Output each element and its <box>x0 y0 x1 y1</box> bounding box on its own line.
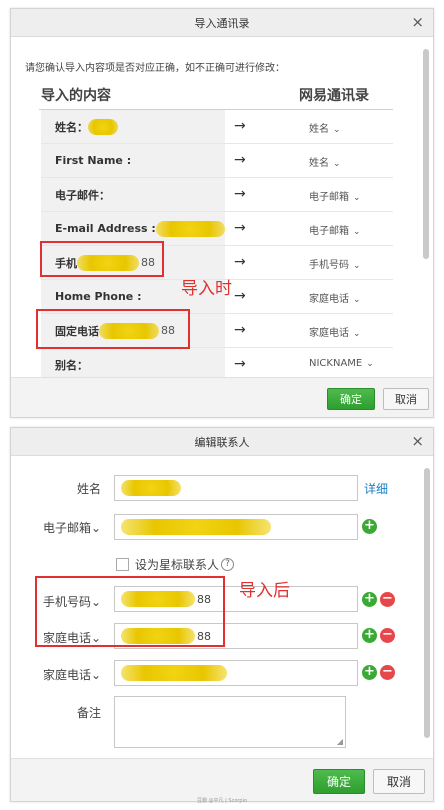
chevron-down-icon: ⌄ <box>353 295 361 305</box>
close-icon[interactable]: × <box>411 432 424 450</box>
annotation-box-landline <box>36 309 190 349</box>
add-email-icon[interactable]: + <box>362 519 377 534</box>
target-field-select[interactable]: 电子邮箱 ⌄ <box>309 188 361 203</box>
scrollbar-thumb[interactable] <box>423 49 429 259</box>
email-input[interactable] <box>114 514 358 540</box>
mapping-row: 电子邮件： → 电子邮箱 ⌄ <box>41 178 393 212</box>
confirm-button[interactable]: 确定 <box>313 769 365 794</box>
target-field-select[interactable]: 手机号码 ⌄ <box>309 256 361 271</box>
redacted-value <box>121 665 227 681</box>
import-instructions: 请您确认导入内容项是否对应正确，如不正确可进行修改： <box>25 63 285 74</box>
edit-dialog-title: 编辑联系人 <box>194 435 250 449</box>
close-icon[interactable]: × <box>411 13 424 31</box>
arrow-right-icon: → <box>234 356 246 372</box>
column-header-target: 网易通讯录 <box>299 88 369 104</box>
star-checkbox[interactable] <box>116 558 129 571</box>
target-field-select[interactable]: 姓名 ⌄ <box>309 154 341 169</box>
target-field-select[interactable]: 家庭电话 ⌄ <box>309 324 361 339</box>
chevron-down-icon: ⌄ <box>333 125 341 135</box>
home-phone-2-type-select[interactable]: 家庭电话⌄ <box>11 666 101 683</box>
name-input[interactable] <box>114 475 358 501</box>
mapping-row: 姓名： → 姓名 ⌄ <box>41 110 393 144</box>
redacted-value <box>121 519 271 535</box>
import-dialog-titlebar: 导入通讯录 × <box>11 9 433 37</box>
note-label: 备注 <box>76 706 101 720</box>
redacted-value <box>88 118 118 135</box>
source-field: 电子邮件： <box>41 178 225 211</box>
remove-phone-icon[interactable]: − <box>380 592 395 607</box>
add-phone-icon[interactable]: + <box>362 628 377 643</box>
annotation-label-after-import: 导入后 <box>239 581 290 601</box>
name-label: 姓名 <box>76 482 101 496</box>
image-watermark: 豆瓣 @平凡 | Scorpio <box>196 798 248 804</box>
email-type-select[interactable]: 电子邮箱⌄ <box>11 519 101 536</box>
chevron-down-icon: ⌄ <box>366 359 374 369</box>
chevron-down-icon: ⌄ <box>353 193 361 203</box>
arrow-right-icon: → <box>234 186 246 202</box>
target-field-select[interactable]: 电子邮箱 ⌄ <box>309 222 361 237</box>
remove-phone-icon[interactable]: − <box>380 665 395 680</box>
details-link[interactable]: 详细 <box>364 480 388 497</box>
arrow-right-icon: → <box>234 322 246 338</box>
redacted-value <box>121 480 181 496</box>
edit-dialog-titlebar: 编辑联系人 × <box>11 428 433 456</box>
home-phone-2-input[interactable] <box>114 660 358 686</box>
add-phone-icon[interactable]: + <box>362 665 377 680</box>
add-phone-icon[interactable]: + <box>362 592 377 607</box>
source-field: First Name : <box>41 144 225 177</box>
annotation-box-mobile <box>40 241 164 277</box>
confirm-button[interactable]: 确定 <box>327 388 375 410</box>
arrow-right-icon: → <box>234 118 246 134</box>
arrow-right-icon: → <box>234 220 246 236</box>
edit-dialog-footer: 确定 取消 <box>11 758 433 801</box>
arrow-right-icon: → <box>234 152 246 168</box>
chevron-down-icon: ⌄ <box>333 159 341 169</box>
resize-handle-icon[interactable]: ◢ <box>337 737 343 746</box>
annotation-label-import: 导入时 <box>181 279 232 299</box>
cancel-button[interactable]: 取消 <box>383 388 429 410</box>
arrow-right-icon: → <box>234 288 246 304</box>
annotation-box-phones <box>35 576 225 647</box>
import-dialog-title: 导入通讯录 <box>194 16 250 30</box>
chevron-down-icon: ⌄ <box>353 329 361 339</box>
column-header-source: 导入的内容 <box>41 88 111 104</box>
scrollbar-thumb[interactable] <box>424 468 430 738</box>
mapping-row: First Name : → 姓名 ⌄ <box>41 144 393 178</box>
star-contact-option[interactable]: 设为星标联系人 ? <box>116 556 235 573</box>
chevron-down-icon: ⌄ <box>353 261 361 271</box>
star-contact-label: 设为星标联系人 <box>135 558 220 572</box>
import-dialog-footer: 确定 取消 <box>11 377 433 417</box>
target-field-select[interactable]: NICKNAME ⌄ <box>309 358 374 369</box>
redacted-value <box>155 220 225 237</box>
note-textarea[interactable]: ◢ <box>114 696 346 748</box>
arrow-right-icon: → <box>234 254 246 270</box>
help-icon[interactable]: ? <box>221 558 235 571</box>
source-field: 姓名： <box>41 110 225 143</box>
target-field-select[interactable]: 家庭电话 ⌄ <box>309 290 361 305</box>
target-field-select[interactable]: 姓名 ⌄ <box>309 120 341 135</box>
chevron-down-icon: ⌄ <box>353 227 361 237</box>
cancel-button[interactable]: 取消 <box>373 769 425 794</box>
import-contacts-dialog: 导入通讯录 × 请您确认导入内容项是否对应正确，如不正确可进行修改： 导入的内容… <box>10 8 434 418</box>
remove-phone-icon[interactable]: − <box>380 628 395 643</box>
edit-contact-dialog: 编辑联系人 × 姓名 详细 电子邮箱⌄ + 设为星标联系人 ? 手机号码⌄ 88… <box>10 427 434 802</box>
